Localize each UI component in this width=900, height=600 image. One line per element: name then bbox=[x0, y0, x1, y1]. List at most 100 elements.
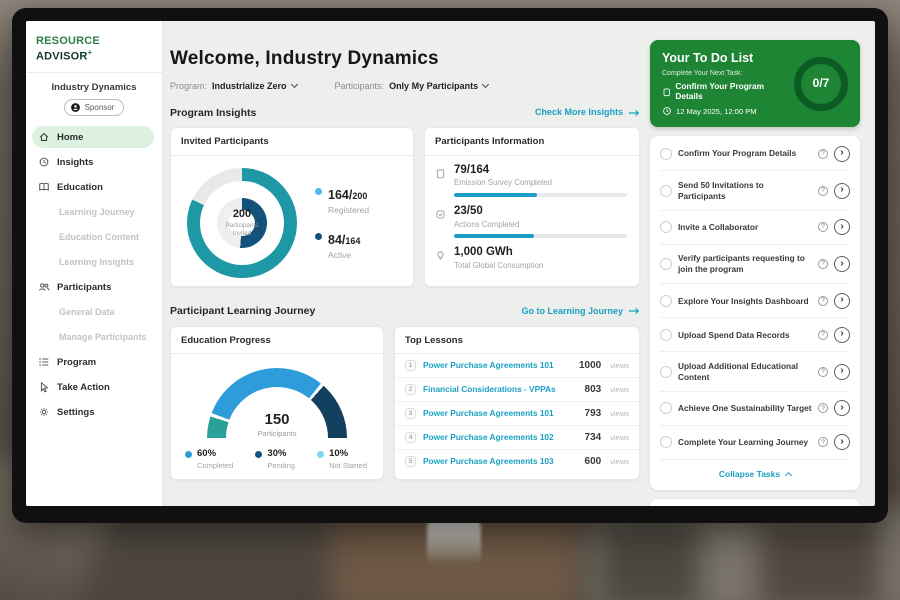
link-label: Go to Learning Journey bbox=[521, 306, 623, 317]
legend-dot bbox=[185, 451, 192, 458]
help-icon[interactable]: ? bbox=[818, 186, 828, 196]
task-label: Invite a Collaborator bbox=[678, 222, 812, 233]
lesson-row: 2 Financial Considerations - VPPAs 803 v… bbox=[395, 378, 639, 402]
legend-item-active: 84/164 Active bbox=[315, 230, 369, 260]
info-row-actions: 23/50 Actions Completed bbox=[425, 197, 639, 238]
task-checkbox[interactable] bbox=[660, 258, 672, 270]
clipboard-icon bbox=[662, 87, 671, 97]
sidebar-item-label: Learning Journey bbox=[59, 207, 135, 218]
help-icon[interactable]: ? bbox=[818, 403, 828, 413]
todo-progress-value: 0/7 bbox=[813, 76, 830, 90]
sidebar-item-learning-journey[interactable]: Learning Journey bbox=[32, 201, 154, 223]
sidebar-item-settings[interactable]: Settings bbox=[32, 401, 154, 423]
organization-name: Industry Dynamics bbox=[26, 82, 162, 93]
sidebar-item-education[interactable]: Education bbox=[32, 176, 154, 198]
task-label: Upload Spend Data Records bbox=[678, 330, 812, 341]
help-icon[interactable]: ? bbox=[818, 149, 828, 159]
help-icon[interactable]: ? bbox=[818, 330, 828, 340]
task-open-button[interactable]: › bbox=[834, 256, 850, 272]
sponsor-badge[interactable]: Sponsor bbox=[64, 99, 125, 116]
sidebar-item-home[interactable]: Home bbox=[32, 126, 154, 148]
task-open-button[interactable]: › bbox=[834, 293, 850, 309]
top-lessons-card: Top Lessons 1 Power Purchase Agreements … bbox=[394, 326, 640, 480]
sidebar-item-label: Manage Participants bbox=[59, 332, 147, 343]
lesson-views-label: views bbox=[610, 457, 629, 466]
task-row: Confirm Your Program Details ? › bbox=[660, 137, 850, 171]
sidebar-item-general-data[interactable]: General Data bbox=[32, 301, 154, 323]
legend-dot bbox=[317, 451, 324, 458]
info-label: Actions Completed bbox=[454, 220, 627, 229]
task-checkbox[interactable] bbox=[660, 436, 672, 448]
legend-dot bbox=[315, 233, 322, 240]
legend-value: 10% bbox=[329, 448, 367, 459]
invited-donut-outer-ring: 200 Participants Invited bbox=[187, 168, 297, 278]
task-checkbox[interactable] bbox=[660, 221, 672, 233]
help-icon[interactable]: ? bbox=[818, 367, 828, 377]
sidebar-item-label: Take Action bbox=[57, 382, 110, 393]
task-open-button[interactable]: › bbox=[834, 327, 850, 343]
lesson-views-label: views bbox=[610, 361, 629, 370]
collapse-label: Collapse Tasks bbox=[719, 469, 780, 479]
filters-row: Program: Industrialize Zero Participants… bbox=[170, 81, 640, 92]
gauge-center-label: Participants bbox=[207, 429, 347, 438]
task-checkbox[interactable] bbox=[660, 295, 672, 307]
sidebar-item-participants[interactable]: Participants bbox=[32, 276, 154, 298]
sidebar-item-insights[interactable]: Insights bbox=[32, 151, 154, 173]
card-title: Participants Information bbox=[425, 128, 639, 155]
help-icon[interactable]: ? bbox=[818, 259, 828, 269]
task-checkbox[interactable] bbox=[660, 148, 672, 160]
participants-filter-dropdown[interactable]: Participants: Only My Participants bbox=[335, 81, 489, 92]
section-title-learning-journey: Participant Learning Journey bbox=[170, 305, 315, 318]
legend-item-not-started: 10% Not Started bbox=[317, 448, 367, 469]
sidebar-item-program[interactable]: Program bbox=[32, 351, 154, 373]
help-icon[interactable]: ? bbox=[818, 222, 828, 232]
card-title: Invited Participants bbox=[171, 128, 413, 155]
logo-secondary: ADVISOR bbox=[36, 51, 88, 63]
lesson-title-link[interactable]: Power Purchase Agreements 101 bbox=[423, 361, 572, 371]
check-more-insights-link[interactable]: Check More Insights bbox=[535, 107, 640, 118]
lesson-row: 3 Power Purchase Agreements 101 793 view… bbox=[395, 402, 639, 426]
task-checkbox[interactable] bbox=[660, 185, 672, 197]
donut-center: 200 Participants Invited bbox=[229, 210, 255, 236]
donut-center-value: 200 bbox=[233, 208, 251, 221]
lesson-title-link[interactable]: Power Purchase Agreements 102 bbox=[423, 433, 578, 443]
sidebar-item-label: Education Content bbox=[59, 232, 139, 243]
lesson-row: 1 Power Purchase Agreements 101 1000 vie… bbox=[395, 354, 639, 378]
sidebar-item-manage-participants[interactable]: Manage Participants bbox=[32, 326, 154, 348]
task-open-button[interactable]: › bbox=[834, 434, 850, 450]
task-checkbox[interactable] bbox=[660, 366, 672, 378]
logo-plus: + bbox=[88, 48, 93, 57]
lesson-title-link[interactable]: Financial Considerations - VPPAs bbox=[423, 385, 578, 395]
help-icon[interactable]: ? bbox=[818, 437, 828, 447]
sidebar-item-label: Home bbox=[57, 132, 83, 143]
task-open-button[interactable]: › bbox=[834, 146, 850, 162]
page-title: Welcome, Industry Dynamics bbox=[170, 48, 640, 71]
sidebar-item-education-content[interactable]: Education Content bbox=[32, 226, 154, 248]
legend-dot bbox=[255, 451, 262, 458]
lesson-views-label: views bbox=[610, 433, 629, 442]
participants-filter-value: Only My Participants bbox=[389, 81, 478, 92]
task-checkbox[interactable] bbox=[660, 329, 672, 341]
program-filter-dropdown[interactable]: Program: Industrialize Zero bbox=[170, 81, 297, 92]
task-open-button[interactable]: › bbox=[834, 364, 850, 380]
task-row: Complete Your Learning Journey ? › bbox=[660, 426, 850, 460]
info-row-emission-survey: 79/164 Emission Survey Completed bbox=[425, 156, 639, 197]
sidebar-item-label: Settings bbox=[57, 407, 94, 418]
survey-icon bbox=[435, 168, 446, 179]
help-icon[interactable]: ? bbox=[818, 296, 828, 306]
task-checkbox[interactable] bbox=[660, 402, 672, 414]
task-open-button[interactable]: › bbox=[834, 400, 850, 416]
legend-label: Registered bbox=[328, 205, 369, 215]
go-to-learning-journey-link[interactable]: Go to Learning Journey bbox=[521, 306, 640, 317]
chevron-up-icon bbox=[785, 472, 792, 479]
collapse-tasks-link[interactable]: Collapse Tasks bbox=[660, 460, 850, 489]
lesson-title-link[interactable]: Power Purchase Agreements 103 bbox=[423, 457, 578, 467]
lesson-title-link[interactable]: Power Purchase Agreements 101 bbox=[423, 409, 578, 419]
gauge-legend: 60% Completed 30% Pending bbox=[171, 438, 383, 469]
take-action-icon bbox=[38, 381, 50, 393]
sidebar-item-learning-insights[interactable]: Learning Insights bbox=[32, 251, 154, 273]
sidebar-item-take-action[interactable]: Take Action bbox=[32, 376, 154, 398]
task-open-button[interactable]: › bbox=[834, 219, 850, 235]
task-open-button[interactable]: › bbox=[834, 183, 850, 199]
task-label: Send 50 Invitations to Participants bbox=[678, 180, 812, 202]
